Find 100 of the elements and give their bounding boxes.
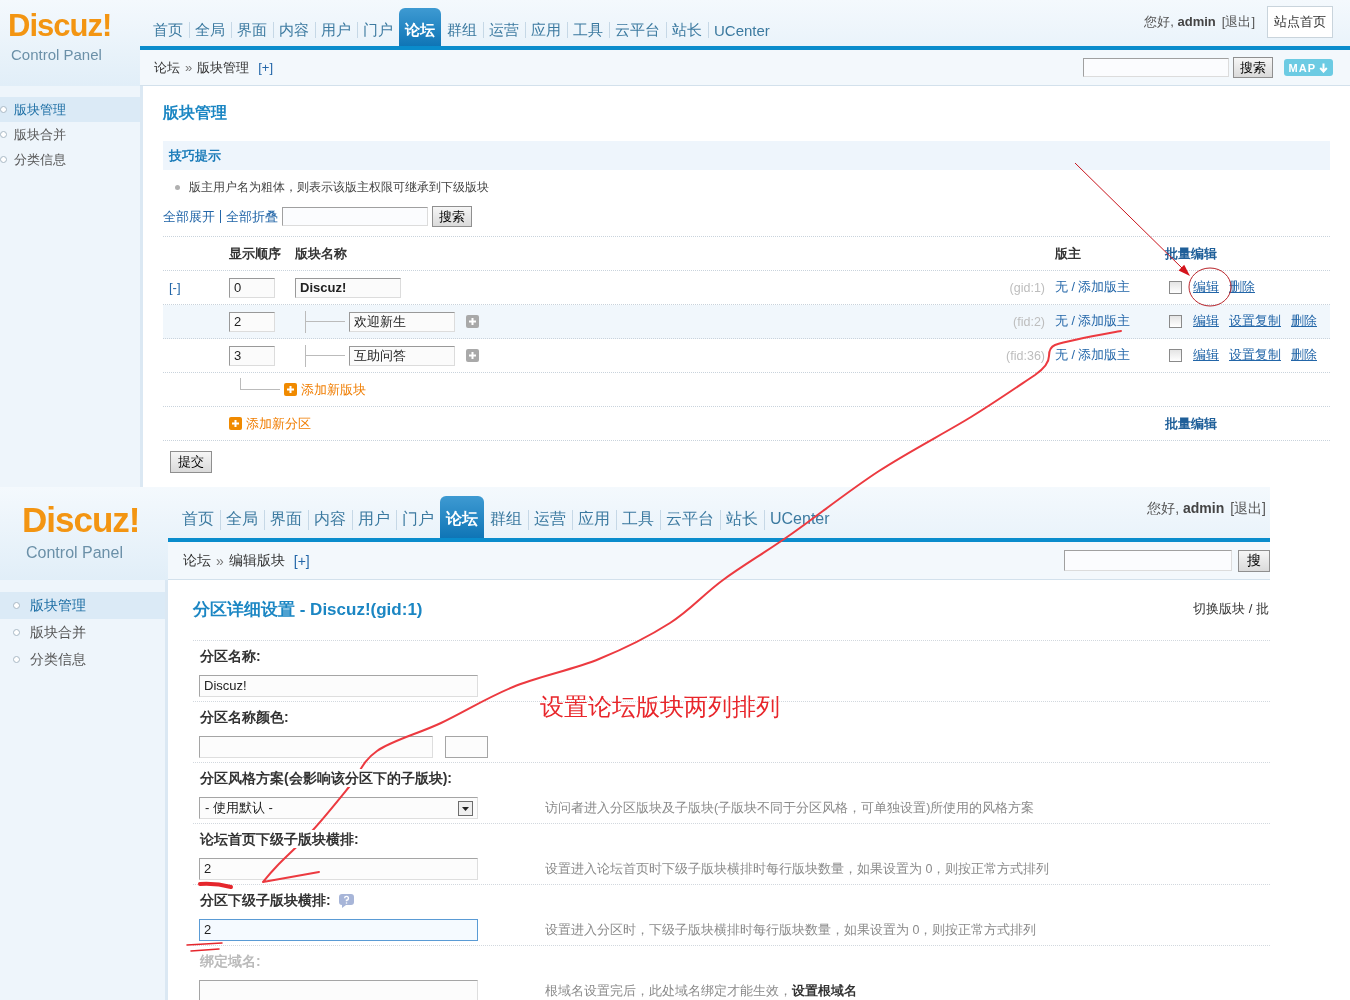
input-field[interactable]: 2 <box>199 858 478 880</box>
logout-link[interactable]: [退出] <box>1221 13 1255 31</box>
action-link[interactable]: 设置复制 <box>1229 313 1281 330</box>
breadcrumb-link[interactable]: 论坛 <box>183 551 211 570</box>
submit-button[interactable]: 提交 <box>170 451 212 473</box>
expand-all-link[interactable]: 全部展开 <box>163 207 215 226</box>
moderator-link[interactable]: 无 / 添加版主 <box>1055 279 1131 296</box>
batch-edit-link[interactable]: 批量编辑 <box>1165 415 1217 431</box>
plus-icon[interactable] <box>466 349 479 362</box>
site-home-button[interactable]: 站点首页 <box>1267 6 1333 38</box>
logo-subtitle: Control Panel <box>26 544 123 562</box>
sidebar-item[interactable]: 版块合并 <box>0 122 140 147</box>
order-field[interactable]: 0 <box>229 277 275 298</box>
field-label: 绑定域名: <box>200 952 261 970</box>
moderator-link[interactable]: 无 / 添加版主 <box>1055 347 1131 364</box>
hint-text: 访问者进入分区版块及子版块(子版块不同于分区风格，可单独设置)所使用的风格方案 <box>545 800 1035 817</box>
nav-tab[interactable]: 首页 <box>176 496 220 538</box>
nav-tab[interactable]: 站长 <box>666 8 708 46</box>
add-shortcut-link[interactable]: [+] <box>293 552 310 569</box>
breadcrumb-link[interactable]: 版块管理 <box>197 58 250 77</box>
order-field[interactable]: 3 <box>229 345 275 366</box>
search-field[interactable] <box>1064 550 1232 571</box>
plus-icon[interactable] <box>284 383 297 396</box>
nav-tab[interactable]: 应用 <box>572 496 616 538</box>
sidebar-item[interactable]: 版块管理 <box>0 592 165 619</box>
hint-text: 设置进入论坛首页时下级子版块横排时每行版块数量，如果设置为 0，则按正常方式排列 <box>545 861 1050 878</box>
page-title: 版块管理 <box>163 104 228 122</box>
collapse-all-link[interactable]: 全部折叠 <box>226 207 278 226</box>
greeting-text: 您好, admin <box>1144 13 1216 31</box>
name-field[interactable]: Discuz! <box>295 277 401 298</box>
action-link[interactable]: 编辑 <box>1193 347 1219 364</box>
color-picker-field[interactable] <box>445 736 488 758</box>
column-header: 显示顺序 <box>229 244 282 263</box>
field-label: 论坛首页下级子版块横排: <box>200 830 359 848</box>
logout-link[interactable]: [退出] <box>1230 500 1266 518</box>
search-button[interactable]: 搜索 <box>432 206 472 227</box>
nav-tab[interactable]: 工具 <box>567 8 609 46</box>
help-icon[interactable] <box>338 894 354 908</box>
nav-tab[interactable]: 云平台 <box>660 496 720 538</box>
arrow-down-icon <box>1319 62 1328 73</box>
search-field[interactable] <box>1082 58 1229 77</box>
action-link[interactable]: 编辑 <box>1193 279 1219 296</box>
field-label: 分区下级子版块横排: <box>200 891 331 909</box>
nav-tab[interactable]: 云平台 <box>609 8 666 46</box>
name-field[interactable]: 互助问答 <box>349 345 455 366</box>
nav-tab[interactable]: 运营 <box>528 496 572 538</box>
moderator-link[interactable]: 无 / 添加版主 <box>1055 313 1131 330</box>
collapse-toggle[interactable]: [-] <box>169 280 181 295</box>
nav-tab[interactable]: 内容 <box>308 496 352 538</box>
nav-tab[interactable]: 门户 <box>357 8 399 46</box>
add-shortcut-link[interactable]: [+] <box>258 60 274 75</box>
switch-forum-link[interactable]: 切换版块 / 批 <box>1193 600 1269 618</box>
sidebar-item[interactable]: 分类信息 <box>0 147 140 172</box>
input-field[interactable]: Discuz! <box>199 675 478 697</box>
nav-tab[interactable]: 首页 <box>147 8 189 46</box>
sidebar-item[interactable]: 版块管理 <box>0 97 140 122</box>
breadcrumb-link[interactable]: 论坛 <box>154 58 180 77</box>
search-field[interactable] <box>282 207 428 226</box>
breadcrumb-link[interactable]: 编辑版块 <box>228 551 285 570</box>
nav-tab[interactable]: 群组 <box>484 496 528 538</box>
search-button[interactable]: 搜索 <box>1232 57 1273 78</box>
nav-tab[interactable]: 全局 <box>189 8 231 46</box>
nav-tab[interactable]: 用户 <box>315 8 357 46</box>
hint-text: 根域名设置完后，此处域名绑定才能生效， <box>545 983 792 1000</box>
nav-tab[interactable]: 全局 <box>220 496 264 538</box>
dropdown-field[interactable]: - 使用默认 - <box>199 797 478 819</box>
nav-tab[interactable]: 应用 <box>525 8 567 46</box>
nav-tab[interactable]: 运营 <box>483 8 525 46</box>
bullet-icon <box>0 131 7 138</box>
plus-icon[interactable] <box>466 315 479 328</box>
batch-edit-link[interactable]: 批量编辑 <box>1165 244 1217 263</box>
nav-tab[interactable]: 界面 <box>264 496 308 538</box>
sidebar-item[interactable]: 分类信息 <box>0 646 165 673</box>
nav-tab[interactable]: 用户 <box>352 496 396 538</box>
action-link[interactable]: 编辑 <box>1193 313 1219 330</box>
id-label: (fid:2) <box>1012 314 1046 329</box>
checkbox[interactable] <box>1169 281 1182 294</box>
nav-tab[interactable]: 工具 <box>616 496 660 538</box>
nav-tab[interactable]: 群组 <box>441 8 483 46</box>
plus-icon[interactable] <box>229 417 242 430</box>
action-link[interactable]: 删除 <box>1291 347 1317 364</box>
name-field[interactable]: 欢迎新生 <box>349 311 455 332</box>
checkbox[interactable] <box>1169 349 1182 362</box>
nav-tab[interactable]: UCenter <box>708 8 776 46</box>
nav-tab[interactable]: 站长 <box>720 496 764 538</box>
sidebar-item[interactable]: 版块合并 <box>0 619 165 646</box>
action-link[interactable]: 删除 <box>1291 313 1317 330</box>
action-link[interactable]: 设置复制 <box>1229 347 1281 364</box>
nav-tab[interactable]: 界面 <box>231 8 273 46</box>
caret-icon[interactable] <box>458 800 473 816</box>
action-link[interactable]: 删除 <box>1229 279 1255 296</box>
order-field[interactable]: 2 <box>229 311 275 332</box>
input-field[interactable] <box>199 736 433 758</box>
nav-tab[interactable]: 论坛 <box>399 8 441 46</box>
checkbox[interactable] <box>1169 315 1182 328</box>
nav-tab[interactable]: 内容 <box>273 8 315 46</box>
search-button[interactable]: 搜 <box>1238 549 1270 572</box>
nav-tab[interactable]: 论坛 <box>440 496 484 538</box>
nav-tab[interactable]: 门户 <box>396 496 440 538</box>
input-field[interactable]: 2 <box>199 919 478 941</box>
